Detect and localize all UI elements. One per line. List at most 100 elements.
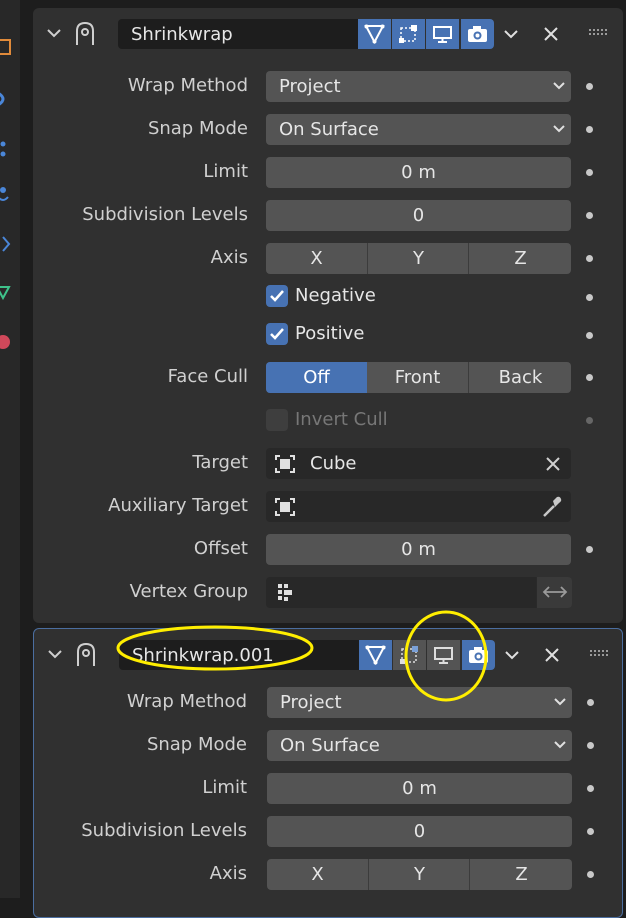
animate-property-dot[interactable] [586, 212, 593, 219]
monitor-icon [433, 26, 452, 43]
modifier-name: Shrinkwrap [131, 24, 233, 45]
snap-mode-label: Snap Mode [147, 118, 248, 139]
auxiliary-target-label: Auxiliary Target [108, 495, 248, 516]
object-data-tab-icon[interactable] [0, 235, 12, 253]
modifier-menu-chevron-icon[interactable] [503, 28, 519, 40]
invert-cull-label: Invert Cull [295, 409, 388, 430]
invert-vertex-group-button[interactable] [536, 577, 572, 608]
subdivision-levels-field[interactable]: 0 [267, 816, 572, 847]
auxiliary-target-field[interactable] [266, 491, 571, 522]
modifier-menu-chevron-icon[interactable] [504, 649, 520, 661]
wrap-method-label: Wrap Method [126, 691, 247, 712]
negative-label[interactable]: Negative [295, 285, 376, 306]
clear-target-icon[interactable] [545, 456, 561, 472]
vertex-group-icon [278, 584, 292, 601]
animate-property-dot[interactable] [586, 169, 593, 176]
animate-property-dot[interactable] [586, 332, 593, 339]
subdivision-levels-label: Subdivision Levels [81, 820, 247, 841]
remove-modifier-icon[interactable] [543, 26, 559, 42]
render-toggle[interactable] [462, 640, 495, 670]
remove-modifier-icon[interactable] [544, 647, 560, 663]
on-cage-toggle[interactable] [393, 640, 426, 670]
animate-property-dot[interactable] [586, 83, 593, 90]
cull-back-button[interactable]: Back [468, 362, 572, 393]
offset-label: Offset [193, 538, 248, 559]
cull-front-button[interactable]: Front [367, 362, 468, 393]
axis-toggle-group: X Y Z [267, 859, 572, 890]
render-toggle[interactable] [461, 19, 494, 49]
animate-property-dot[interactable] [586, 255, 593, 262]
limit-value: 0 m [402, 778, 437, 799]
negative-checkbox[interactable] [266, 285, 288, 307]
animate-property-dot[interactable] [587, 785, 594, 792]
eyedropper-icon[interactable] [541, 495, 563, 519]
cull-off-button[interactable]: Off [266, 362, 367, 393]
animate-property-dot[interactable] [586, 126, 593, 133]
viewport-display-toggle[interactable] [426, 19, 459, 49]
cage-icon [400, 646, 418, 664]
particles-tab-icon[interactable] [0, 90, 12, 108]
mesh-data-tab-icon[interactable] [0, 283, 12, 301]
axis-y-button[interactable]: Y [368, 859, 470, 890]
animate-property-dot[interactable] [587, 871, 594, 878]
face-cull-toggle-group: Off Front Back [266, 362, 571, 393]
subdivision-levels-value: 0 [413, 821, 426, 842]
checkmark-icon [270, 290, 284, 302]
target-field[interactable]: Cube [266, 448, 571, 479]
edit-mode-icon [364, 24, 385, 44]
snap-mode-dropdown[interactable]: On Surface [266, 114, 571, 145]
wrap-method-dropdown[interactable]: Project [267, 687, 572, 718]
limit-label: Limit [203, 161, 248, 182]
axis-label: Axis [209, 863, 247, 884]
axis-z-button[interactable]: Z [469, 859, 573, 890]
edit-mode-toggle[interactable] [358, 19, 391, 49]
collapse-chevron-icon[interactable] [46, 27, 62, 39]
positive-checkbox[interactable] [266, 323, 288, 345]
modifier-name-field[interactable]: Shrinkwrap.001 [119, 640, 359, 670]
animate-property-dot[interactable] [587, 828, 594, 835]
physics-tab-icon[interactable] [0, 140, 12, 158]
on-cage-toggle[interactable] [392, 19, 425, 49]
limit-field[interactable]: 0 m [266, 157, 571, 188]
properties-tab-strip [0, 0, 20, 898]
drag-handle-icon[interactable] [590, 650, 610, 658]
animate-property-dot[interactable] [586, 374, 593, 381]
dropdown-chevron-icon [554, 741, 566, 749]
subdivision-levels-field[interactable]: 0 [266, 200, 571, 231]
modifier-name-field[interactable]: Shrinkwrap [118, 19, 358, 49]
camera-icon [468, 26, 487, 42]
monitor-icon [434, 647, 453, 664]
constraints-tab-icon[interactable] [0, 185, 12, 203]
face-cull-label: Face Cull [167, 366, 248, 387]
material-tab-icon[interactable] [0, 333, 12, 351]
axis-toggle-group: X Y Z [266, 243, 571, 274]
vertex-group-field[interactable] [266, 577, 572, 608]
modifier-tab-icon[interactable] [0, 38, 12, 56]
target-value: Cube [310, 453, 357, 474]
invert-cull-checkbox[interactable] [266, 409, 288, 431]
animate-property-dot[interactable] [587, 699, 594, 706]
axis-x-button[interactable]: X [266, 243, 367, 274]
modifier-header: Shrinkwrap.001 [34, 629, 622, 681]
animate-property-dot[interactable] [586, 294, 593, 301]
snap-mode-dropdown[interactable]: On Surface [267, 730, 572, 761]
collapse-chevron-icon[interactable] [47, 648, 63, 660]
viewport-display-toggle[interactable] [427, 640, 460, 670]
animate-property-dot[interactable] [586, 546, 593, 553]
wrap-method-value: Project [279, 76, 341, 97]
edit-mode-toggle[interactable] [359, 640, 392, 670]
wrap-method-dropdown[interactable]: Project [266, 71, 571, 102]
positive-label[interactable]: Positive [295, 323, 364, 344]
snap-mode-value: On Surface [280, 735, 380, 756]
double-arrow-icon [542, 586, 568, 598]
offset-value: 0 m [401, 539, 436, 560]
axis-y-button[interactable]: Y [367, 243, 469, 274]
limit-field[interactable]: 0 m [267, 773, 572, 804]
animate-property-dot[interactable] [587, 742, 594, 749]
snap-mode-label: Snap Mode [146, 734, 247, 755]
offset-field[interactable]: 0 m [266, 534, 571, 565]
drag-handle-icon[interactable] [589, 29, 609, 37]
axis-x-button[interactable]: X [267, 859, 368, 890]
axis-z-button[interactable]: Z [468, 243, 572, 274]
modifier-panel-shrinkwrap: Shrinkwrap Wrap Method Project Snap Mode… [33, 8, 623, 623]
